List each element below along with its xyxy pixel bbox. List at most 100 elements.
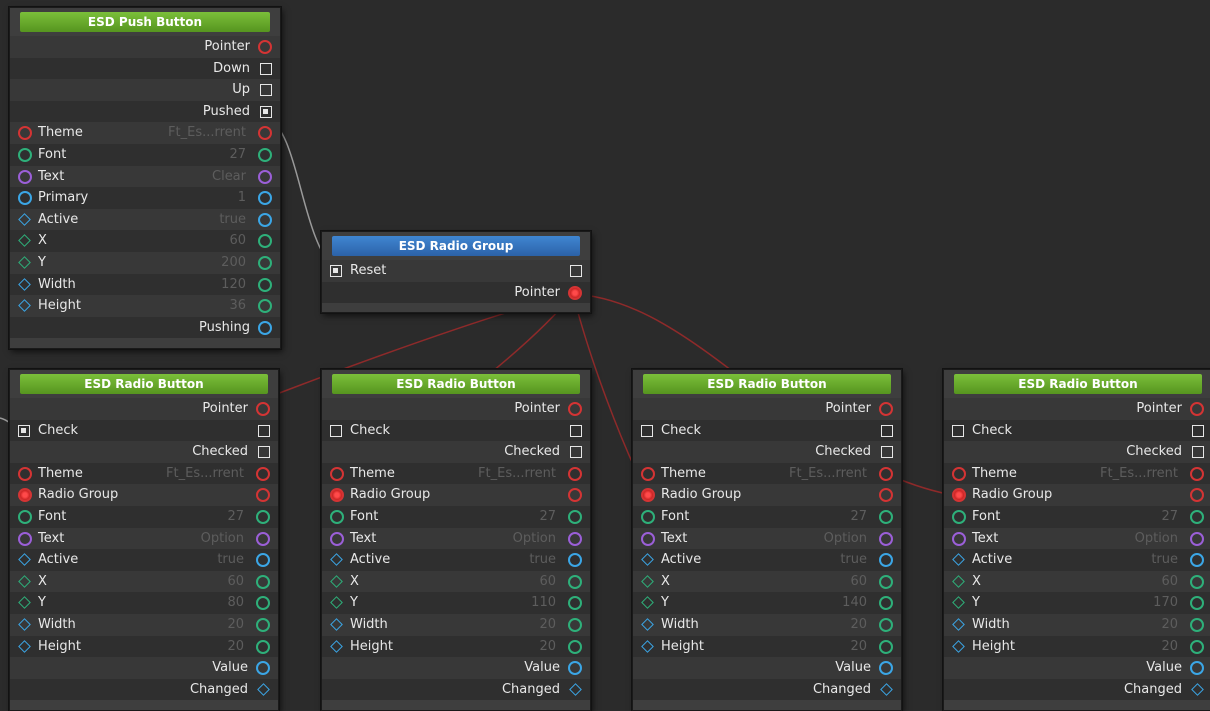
font-output-pin[interactable] (1190, 509, 1204, 524)
y-output-pin[interactable] (1190, 596, 1204, 611)
check-input-pin[interactable] (952, 424, 964, 437)
width-output-pin[interactable] (568, 617, 582, 632)
width-value[interactable]: 20 (1161, 614, 1178, 636)
font-value[interactable]: 27 (1161, 506, 1178, 528)
radio-button-node-4[interactable]: ESD Radio Button Pointer Check Checked T… (943, 369, 1210, 711)
height-value[interactable]: 20 (850, 636, 867, 658)
y-output-pin[interactable] (256, 596, 270, 611)
text-output-pin[interactable] (256, 531, 270, 546)
width-input-pin[interactable] (18, 277, 31, 291)
checked-output-pin[interactable] (881, 446, 893, 459)
radio-group-input-pin[interactable] (641, 488, 655, 503)
theme-value[interactable]: Ft_Es...rrent (166, 463, 244, 485)
theme-input-pin[interactable] (18, 126, 32, 141)
pointer-output-pin[interactable] (568, 285, 582, 300)
active-input-pin[interactable] (952, 553, 965, 567)
primary-output-pin[interactable] (258, 191, 272, 206)
primary-input-pin[interactable] (18, 191, 32, 206)
width-value[interactable]: 20 (227, 614, 244, 636)
radio-group-input-pin[interactable] (330, 488, 344, 503)
height-output-pin[interactable] (879, 639, 893, 654)
y-value[interactable]: 80 (227, 592, 244, 614)
height-input-pin[interactable] (641, 639, 654, 653)
radio-button-node-title[interactable]: ESD Radio Button (20, 374, 268, 394)
checked-output-pin[interactable] (570, 446, 582, 459)
width-input-pin[interactable] (641, 618, 654, 631)
x-input-pin[interactable] (641, 574, 654, 588)
y-input-pin[interactable] (18, 256, 31, 269)
active-output-pin[interactable] (1190, 553, 1204, 568)
width-output-pin[interactable] (879, 617, 893, 632)
radio-button-node-1[interactable]: ESD Radio Button Pointer Check Checked T… (9, 369, 279, 711)
x-input-pin[interactable] (952, 574, 965, 588)
theme-input-pin[interactable] (641, 466, 655, 481)
theme-value[interactable]: Ft_Es...rrent (789, 463, 867, 485)
active-output-pin[interactable] (256, 553, 270, 568)
pointer-output-pin[interactable] (258, 40, 272, 54)
theme-output-pin[interactable] (568, 466, 582, 481)
y-output-pin[interactable] (879, 596, 893, 611)
check-output-pin[interactable] (258, 424, 270, 437)
text-input-pin[interactable] (18, 531, 32, 546)
x-output-pin[interactable] (879, 574, 893, 589)
x-output-pin[interactable] (1190, 574, 1204, 589)
pointer-output-pin[interactable] (1190, 402, 1204, 416)
check-output-pin[interactable] (570, 424, 582, 437)
height-output-pin[interactable] (568, 639, 582, 654)
x-input-pin[interactable] (18, 574, 31, 588)
x-input-pin[interactable] (18, 234, 31, 248)
x-output-pin[interactable] (258, 234, 272, 249)
primary-value[interactable]: 1 (238, 187, 246, 209)
font-output-pin[interactable] (256, 509, 270, 524)
width-input-pin[interactable] (330, 618, 343, 631)
reset-input-pin[interactable] (330, 265, 342, 277)
radio-button-node-title[interactable]: ESD Radio Button (643, 374, 891, 394)
theme-value[interactable]: Ft_Es...rrent (168, 122, 246, 144)
text-output-pin[interactable] (568, 531, 582, 546)
active-input-pin[interactable] (330, 553, 343, 567)
height-value[interactable]: 20 (227, 636, 244, 658)
theme-output-pin[interactable] (879, 466, 893, 481)
width-value[interactable]: 120 (221, 274, 246, 296)
x-value[interactable]: 60 (850, 571, 867, 593)
pushing-output-pin[interactable] (258, 320, 272, 335)
font-value[interactable]: 27 (227, 506, 244, 528)
radio-group-input-pin[interactable] (952, 488, 966, 503)
value-output-pin[interactable] (256, 661, 270, 676)
theme-input-pin[interactable] (952, 466, 966, 481)
text-value[interactable]: Option (1135, 528, 1178, 550)
x-output-pin[interactable] (568, 574, 582, 589)
width-output-pin[interactable] (258, 277, 272, 292)
pushed-output-pin[interactable] (260, 105, 272, 118)
font-input-pin[interactable] (18, 147, 32, 162)
font-input-pin[interactable] (330, 509, 344, 524)
height-input-pin[interactable] (330, 639, 343, 653)
pointer-output-pin[interactable] (256, 402, 270, 416)
check-input-pin[interactable] (330, 424, 342, 437)
changed-output-pin[interactable] (257, 682, 270, 696)
width-value[interactable]: 20 (850, 614, 867, 636)
x-value[interactable]: 60 (1161, 571, 1178, 593)
theme-value[interactable]: Ft_Es...rrent (478, 463, 556, 485)
theme-output-pin[interactable] (1190, 466, 1204, 481)
active-value[interactable]: true (529, 549, 556, 571)
font-value[interactable]: 27 (850, 506, 867, 528)
x-input-pin[interactable] (330, 574, 343, 588)
check-output-pin[interactable] (881, 424, 893, 437)
y-value[interactable]: 110 (531, 592, 556, 614)
text-output-pin[interactable] (879, 531, 893, 546)
font-input-pin[interactable] (952, 509, 966, 524)
push-button-node[interactable]: ESD Push Button Pointer Down Up Pushed T… (9, 7, 281, 349)
check-input-pin[interactable] (641, 424, 653, 437)
active-value[interactable]: true (219, 209, 246, 231)
height-output-pin[interactable] (1190, 639, 1204, 654)
text-output-pin[interactable] (1190, 531, 1204, 546)
font-output-pin[interactable] (879, 509, 893, 524)
checked-output-pin[interactable] (258, 446, 270, 459)
up-output-pin[interactable] (260, 84, 272, 97)
width-input-pin[interactable] (18, 618, 31, 631)
y-input-pin[interactable] (952, 596, 965, 610)
x-value[interactable]: 60 (227, 571, 244, 593)
text-input-pin[interactable] (330, 531, 344, 546)
push-button-node-title[interactable]: ESD Push Button (20, 12, 270, 32)
